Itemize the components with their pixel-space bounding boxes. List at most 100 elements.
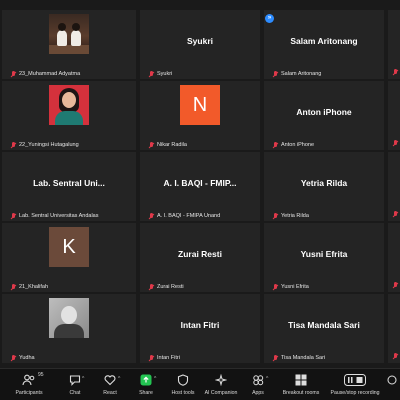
react-caret-icon[interactable]: ^ (118, 376, 120, 382)
participant-name-label: Yusni Efrita (272, 284, 309, 290)
participant-name-label: Salam Aritonang (272, 71, 321, 77)
participants-label: Participants (15, 390, 43, 396)
participant-display-name: Zurai Resti (178, 249, 222, 259)
participant-tile[interactable]: A. I. BAQI - FMIP... A. I. BAQI - FMIPA U… (140, 152, 260, 221)
participant-tile[interactable]: 23_Muhammad Adyatma (2, 10, 136, 79)
chat-caret-icon[interactable]: ^ (82, 376, 84, 382)
heart-icon (103, 373, 117, 387)
more-icon (385, 373, 399, 387)
chat-button[interactable]: ^ Chat (58, 369, 92, 400)
muted-mic-icon (392, 69, 398, 75)
muted-mic-icon (272, 213, 278, 219)
participant-name-label: Lab. Sentral Universitas Andalas (10, 213, 99, 219)
participant-display-name: Lab. Sentral Uni... (33, 178, 105, 188)
muted-mic-icon (10, 213, 16, 219)
share-caret-icon[interactable]: ^ (154, 376, 156, 382)
participants-count: 95 (38, 372, 44, 378)
participant-name-label: Nikar Radila (148, 142, 187, 148)
shield-icon (176, 373, 190, 387)
avatar: K (49, 227, 89, 267)
participants-icon (22, 373, 36, 387)
muted-mic-icon (148, 142, 154, 148)
participant-name-label: Anton iPhone (272, 142, 314, 148)
apps-icon (251, 373, 265, 387)
recording-label: Pause/stop recording (330, 390, 380, 396)
meeting-toolbar: 95 Participants ^ Chat ^ React ^ Share H… (0, 368, 400, 400)
participant-tile[interactable]: Syukri Syukri (140, 10, 260, 79)
more-button[interactable] (384, 369, 400, 400)
ai-companion-button[interactable]: AI Companion (202, 369, 240, 400)
participant-label-text: 21_Khalifah (19, 284, 49, 290)
chat-label: Chat (69, 390, 81, 396)
muted-mic-icon (272, 71, 278, 77)
offscreen-participant-tile[interactable] (388, 81, 400, 150)
participant-tile[interactable]: Anton iPhone Anton iPhone (264, 81, 384, 150)
participant-display-name: Intan Fitri (180, 320, 220, 330)
participant-label-text: Yusni Efrita (281, 284, 309, 290)
participant-name-label: Yetria Rilda (272, 213, 309, 219)
muted-mic-icon (10, 142, 16, 148)
muted-mic-icon (148, 213, 154, 219)
participant-tile[interactable]: Yudha (2, 294, 136, 363)
muted-mic-icon (272, 284, 278, 290)
participant-display-name: Yetria Rilda (300, 178, 348, 188)
react-button[interactable]: ^ React (92, 369, 128, 400)
participant-video (49, 85, 89, 125)
participant-tile[interactable]: K 21_Khalifah (2, 223, 136, 292)
participant-label-text: Intan Fitri (157, 355, 180, 361)
participant-tile[interactable]: Yusni Efrita Yusni Efrita (264, 223, 384, 292)
participant-name-label: 23_Muhammad Adyatma (10, 71, 80, 77)
participant-tile[interactable]: Salam Aritonang Salam Aritonang (264, 10, 384, 79)
avatar: N (180, 85, 220, 125)
breakout-rooms-button[interactable]: Breakout rooms (276, 369, 326, 400)
participant-tile[interactable]: Lab. Sentral Uni... Lab. Sentral Universi… (2, 152, 136, 221)
participant-label-text: Syukri (157, 71, 173, 77)
apps-caret-icon[interactable]: ^ (266, 376, 268, 382)
participant-name-label: 22_Yuningsi Hutagalung (10, 142, 79, 148)
participant-display-name: Yusni Efrita (300, 249, 348, 259)
participant-grid: 23_Muhammad Adyatma Syukri Syukri Salam Ari… (0, 0, 400, 368)
participant-tile[interactable]: Yetria Rilda Yetria Rilda (264, 152, 384, 221)
participant-tile[interactable]: Intan Fitri Intan Fitri (140, 294, 260, 363)
participant-label-text: Tisa Mandala Sari (281, 355, 326, 361)
ai-companion-label: AI Companion (204, 390, 238, 396)
next-page-icon[interactable]: » (265, 14, 274, 23)
breakout-rooms-icon (294, 373, 308, 387)
participant-tile[interactable]: Tisa Mandala Sari Tisa Mandala Sari (264, 294, 384, 363)
apps-button[interactable]: ^ Apps (240, 369, 276, 400)
participant-tile[interactable]: 22_Yuningsi Hutagalung (2, 81, 136, 150)
muted-mic-icon (392, 353, 398, 359)
offscreen-participant-tile[interactable] (388, 10, 400, 79)
host-tools-label: Host tools (171, 390, 195, 396)
participant-label-text: Lab. Sentral Universitas Andalas (19, 213, 99, 219)
sparkle-icon (214, 373, 228, 387)
apps-label: Apps (252, 390, 264, 396)
participant-name-label: Tisa Mandala Sari (272, 355, 325, 361)
participant-tile[interactable]: N Nikar Radila (140, 81, 260, 150)
participants-button[interactable]: 95 Participants (0, 369, 58, 400)
participant-label-text: Yudha (19, 355, 35, 361)
participant-label-text: Nikar Radila (157, 142, 187, 148)
participant-label-text: Anton iPhone (281, 142, 315, 148)
recording-button[interactable]: Pause/stop recording (326, 369, 384, 400)
participant-label-text: A. I. BAQI - FMIPA Unand (157, 213, 221, 219)
muted-mic-icon (392, 211, 398, 217)
participant-name-label: 21_Khalifah (10, 284, 48, 290)
muted-mic-icon (148, 71, 154, 77)
share-button[interactable]: ^ Share (128, 369, 164, 400)
muted-mic-icon (148, 355, 154, 361)
participant-label-text: 22_Yuningsi Hutagalung (19, 142, 79, 148)
participant-tile[interactable]: Zurai Resti Zurai Resti (140, 223, 260, 292)
offscreen-participant-tile[interactable] (388, 294, 400, 363)
participant-display-name: Anton iPhone (296, 107, 352, 117)
host-tools-button[interactable]: Host tools (164, 369, 202, 400)
participant-display-name: A. I. BAQI - FMIP... (163, 178, 237, 188)
muted-mic-icon (392, 140, 398, 146)
participant-name-label: Intan Fitri (148, 355, 180, 361)
participant-display-name: Salam Aritonang (290, 36, 358, 46)
participant-name-label: Yudha (10, 355, 35, 361)
offscreen-participant-tile[interactable] (388, 152, 400, 221)
offscreen-participant-tile[interactable] (388, 223, 400, 292)
muted-mic-icon (10, 355, 16, 361)
react-label: React (103, 390, 117, 396)
